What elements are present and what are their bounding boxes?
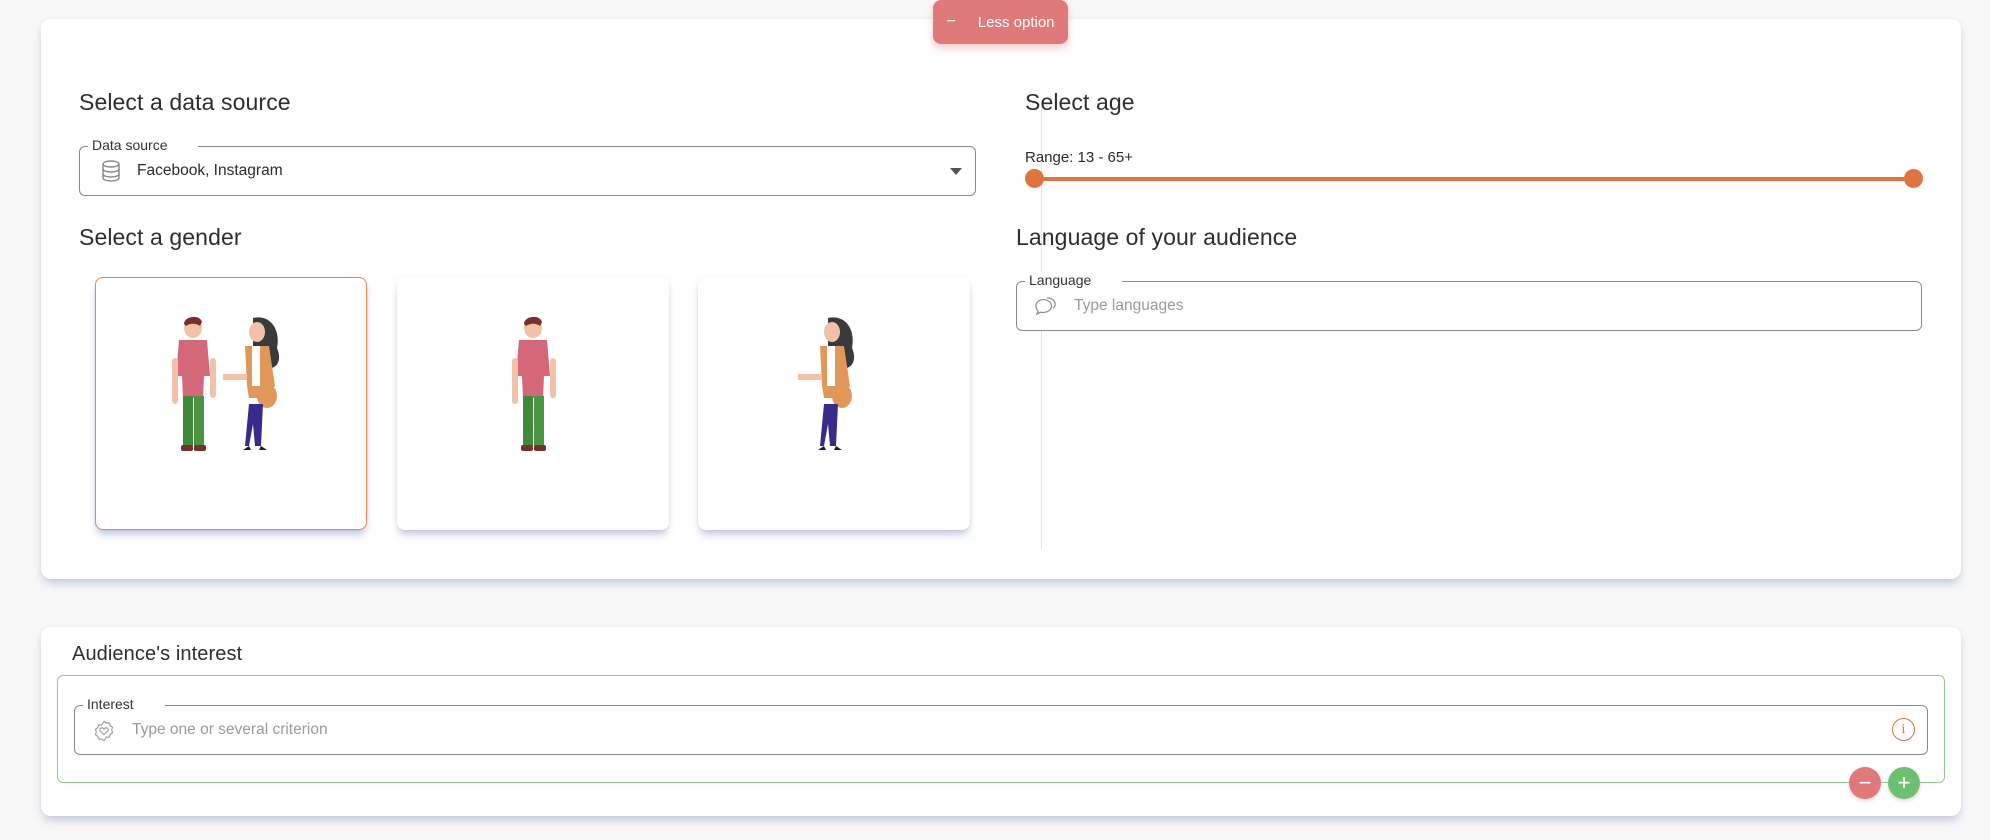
language-input[interactable]: Language Type languages: [1016, 272, 1922, 331]
language-field-label: Language: [1025, 272, 1123, 288]
language-title: Language of your audience: [1016, 224, 1298, 250]
age-range-label: Range: 13 - 65+: [1025, 149, 1133, 166]
less-option-label: Less option: [977, 13, 1055, 31]
audience-interest-card: Audience's interest Interest Type one or…: [41, 627, 1961, 816]
audience-filters-card: Select a data source Data source Faceboo…: [41, 19, 1961, 579]
interest-input[interactable]: Interest Type one or several criterion i: [74, 696, 1928, 755]
interest-title: Audience's interest: [72, 643, 243, 665]
gender-option-female[interactable]: [698, 277, 970, 530]
age-title: Select age: [1025, 89, 1135, 115]
chat-bubbles-icon: [1035, 295, 1057, 317]
age-slider-track: [1034, 177, 1914, 181]
data-source-value: Facebook, Instagram: [137, 162, 283, 179]
age-slider[interactable]: [1025, 169, 1923, 189]
couple-illustration: [172, 316, 280, 451]
database-icon: [100, 160, 122, 182]
gender-option-all[interactable]: [95, 277, 367, 530]
interest-placeholder: Type one or several criterion: [132, 721, 328, 738]
add-interest-button[interactable]: +: [1888, 767, 1920, 799]
data-source-title: Select a data source: [79, 89, 291, 115]
interest-group: Interest Type one or several criterion i: [57, 675, 1945, 783]
language-placeholder: Type languages: [1074, 297, 1184, 314]
interest-field-label: Interest: [83, 696, 165, 712]
caret-down-icon[interactable]: [950, 168, 962, 175]
man-illustration: [512, 316, 556, 451]
gender-option-male[interactable]: [397, 277, 669, 530]
age-slider-min-thumb[interactable]: [1025, 169, 1044, 188]
age-slider-max-thumb[interactable]: [1904, 169, 1923, 188]
less-option-button[interactable]: − Less option: [933, 0, 1068, 44]
minus-icon: −: [946, 13, 956, 30]
remove-interest-button[interactable]: −: [1849, 767, 1881, 799]
woman-illustration: [798, 316, 855, 450]
data-source-select[interactable]: Data source Facebook, Instagram: [79, 137, 976, 196]
data-source-field-label: Data source: [88, 137, 199, 153]
info-icon[interactable]: i: [1892, 718, 1915, 741]
gender-title: Select a gender: [79, 224, 242, 250]
heart-badge-icon: [93, 720, 115, 742]
